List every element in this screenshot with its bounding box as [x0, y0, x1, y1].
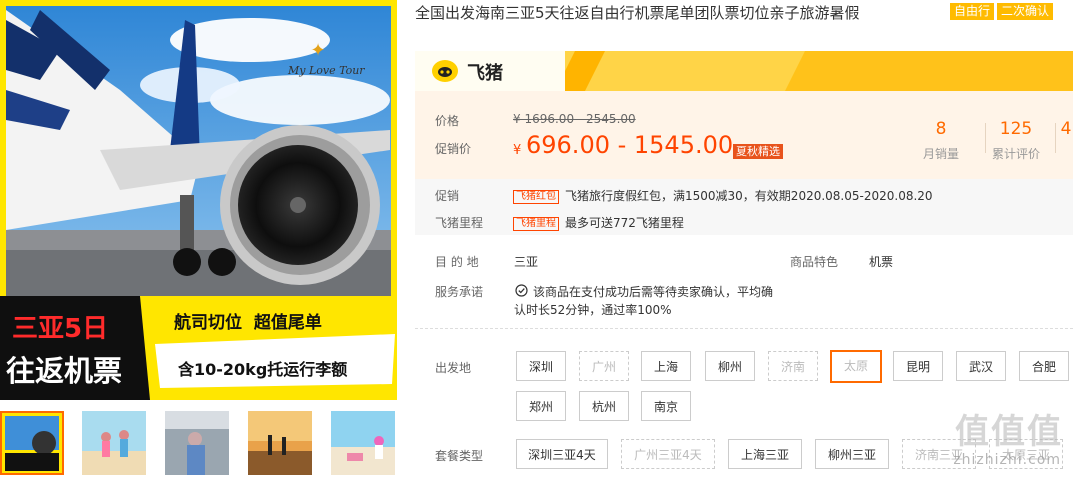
thumbnail-1[interactable] [0, 411, 64, 475]
package-option-guangzhou[interactable]: 广州三亚4天 [621, 439, 715, 469]
price-label: 价格 [435, 114, 460, 128]
red-packet-tag: 飞猪红包 [513, 190, 559, 204]
package-option-shanghai[interactable]: 上海三亚 [728, 439, 802, 469]
product-title: 全国出发海南三亚5天往返自由行机票尾单团队票切位亲子旅游暑假 [415, 4, 860, 22]
promotion-text: 飞猪旅行度假红包，满1500减30，有效期2020.08.05-2020.08.… [565, 189, 933, 203]
departure-option-kunming[interactable]: 昆明 [893, 351, 943, 381]
currency-symbol: ¥ [513, 143, 522, 158]
package-option-liuzhou[interactable]: 柳州三亚 [815, 439, 889, 469]
departure-option-jinan[interactable]: 济南 [768, 351, 818, 381]
promo-price-value: 696.00 - 1545.00 [526, 131, 734, 159]
banner-line-2: 含10-20kg托运行李额 [178, 360, 348, 379]
destination-label: 目 的 地 [435, 255, 479, 269]
monthly-sales-value: 8 [935, 119, 947, 139]
brand-name: 飞猪 [467, 63, 503, 84]
departure-label: 出发地 [435, 361, 472, 375]
stat-3-value: 4 [1060, 119, 1072, 139]
tag-second-confirm: 二次确认 [997, 3, 1054, 20]
departure-option-liuzhou[interactable]: 柳州 [705, 351, 755, 381]
thumbnail-strip [0, 408, 410, 484]
tag-free-travel: 自由行 [950, 3, 995, 20]
package-label: 套餐类型 [435, 449, 484, 463]
departure-option-shenzhen[interactable]: 深圳 [516, 351, 566, 381]
departure-option-wuhan[interactable]: 武汉 [956, 351, 1006, 381]
departure-option-taiyuan[interactable]: 太原 [830, 350, 882, 383]
departure-option-hefei[interactable]: 合肥 [1019, 351, 1069, 381]
miles-tag: 飞猪里程 [513, 217, 559, 231]
departure-option-zhengzhou[interactable]: 郑州 [516, 391, 566, 421]
watermark-site: zhizhizhi.com [953, 452, 1061, 468]
thumbnail-3[interactable] [165, 411, 229, 475]
promo-overlay: 三亚5日 往返机票 航司切位 超值尾单 含10-20kg托运行李额 [0, 296, 397, 400]
monthly-sales-label: 月销量 [922, 147, 959, 161]
brand-logo-text: My Love Tour [288, 64, 365, 77]
svg-text:✦: ✦ [310, 40, 325, 61]
promotion-row: 飞猪红包 飞猪旅行度假红包，满1500减30，有效期2020.08.05-2020… [513, 187, 933, 204]
promo-price-label: 促销价 [435, 142, 472, 156]
original-price: ¥ 1696.00 - 2545.00 [513, 112, 636, 126]
main-product-image[interactable]: ✦ My Love Tour 三亚5日 往返机票 航司切位 超值尾单 含10-2… [0, 0, 397, 400]
brand-stripe-decor [545, 51, 1073, 91]
miles-label: 飞猪里程 [435, 216, 484, 230]
miles-row: 飞猪里程 最多可送772飞猪里程 [513, 214, 684, 231]
promotion-panel: 促销 飞猪红包 飞猪旅行度假红包，满1500减30，有效期2020.08.05-2… [415, 179, 1073, 235]
destination-value: 三亚 [514, 255, 539, 269]
feature-value: 机票 [869, 255, 894, 269]
service-label: 服务承诺 [435, 285, 484, 299]
season-badge: 夏秋精选 [733, 144, 783, 159]
departure-option-shanghai[interactable]: 上海 [641, 351, 691, 381]
fliggy-pig-icon [432, 60, 458, 82]
section-divider [415, 328, 1073, 329]
package-option-shenzhen[interactable]: 深圳三亚4天 [516, 439, 608, 469]
feature-label: 商品特色 [790, 255, 839, 269]
total-reviews-label[interactable]: 累计评价 [986, 145, 1046, 162]
price-panel: 价格 ¥ 1696.00 - 2545.00 促销价 ¥ 696.00 - 15… [415, 91, 1073, 179]
thumbnail-5[interactable] [331, 411, 395, 475]
headline-black: 往返机票 [6, 354, 123, 388]
promotion-label: 促销 [435, 189, 460, 203]
headline-red: 三亚5日 [12, 314, 109, 344]
departure-option-guangzhou[interactable]: 广州 [579, 351, 629, 381]
service-text-line-1: 该商品在支付成功后需等待卖家确认，平均确 [533, 285, 774, 299]
departure-option-nanjing[interactable]: 南京 [641, 391, 691, 421]
service-text-line-2: 认时长52分钟，通过率100% [514, 303, 672, 317]
watermark-glyphs: 值值值 [955, 412, 1063, 452]
miles-text: 最多可送772飞猪里程 [565, 216, 684, 230]
check-circle-icon [515, 284, 528, 297]
departure-option-hangzhou[interactable]: 杭州 [579, 391, 629, 421]
banner-line-1: 航司切位 超值尾单 [174, 313, 322, 333]
brand-bar: 飞猪 [415, 51, 1073, 91]
thumbnail-4[interactable] [248, 411, 312, 475]
thumbnail-2[interactable] [82, 411, 146, 475]
